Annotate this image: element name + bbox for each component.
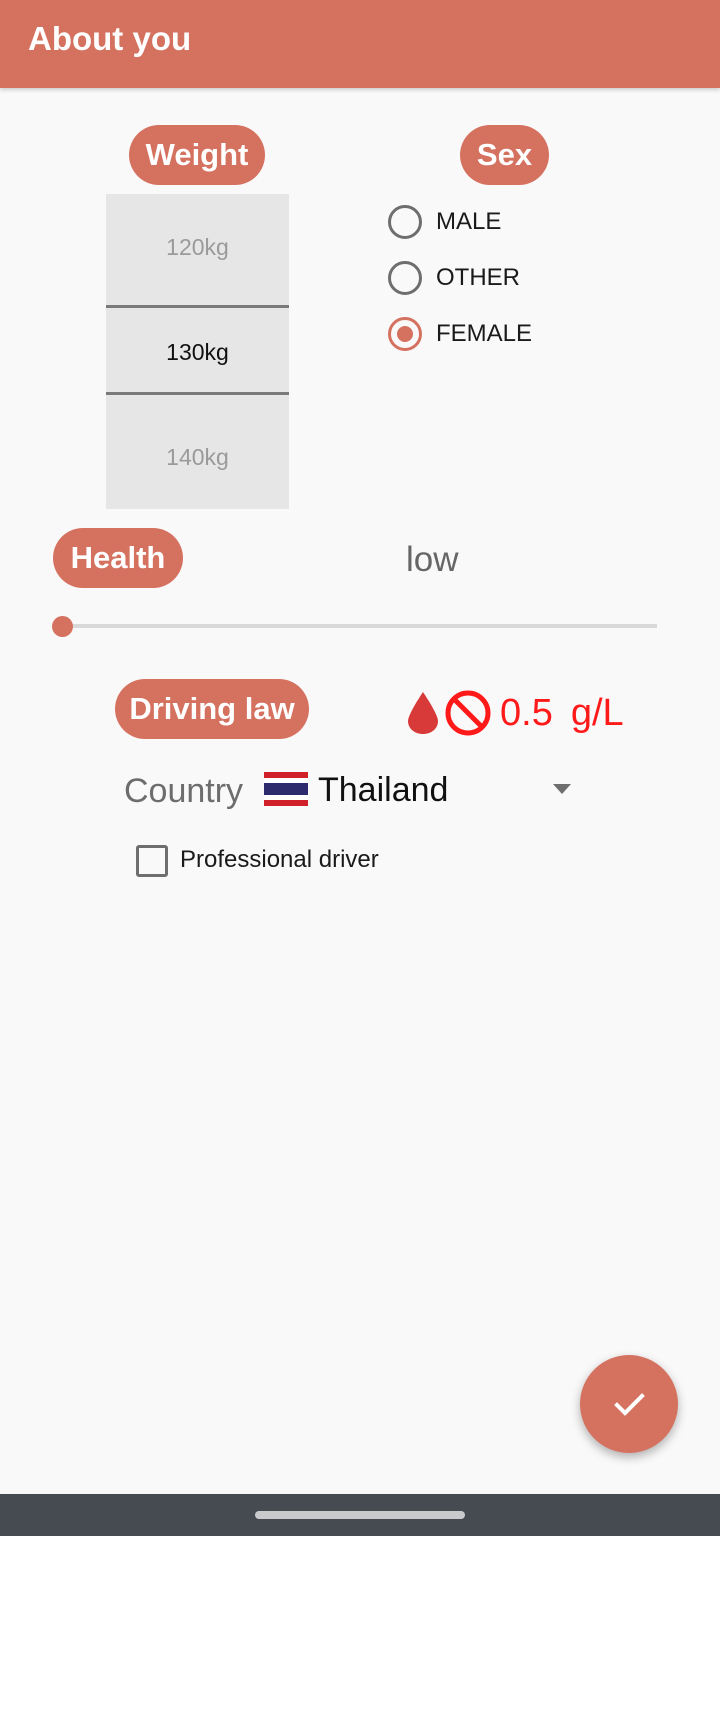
alcohol-limit-value: 0.5 (500, 691, 553, 734)
app-bar: About you (0, 0, 720, 88)
app-bar-title: About you (28, 20, 192, 57)
health-slider-thumb[interactable] (51, 616, 73, 637)
radio-label: OTHER (436, 264, 520, 291)
sex-option-other[interactable]: OTHER (388, 258, 520, 298)
sex-label: Sex (460, 125, 549, 185)
system-navigation-bar (0, 1494, 720, 1536)
professional-driver-checkbox[interactable] (136, 845, 168, 877)
weight-picker[interactable]: 120kg 130kg 140kg (106, 194, 289, 509)
weight-label: Weight (129, 125, 265, 185)
thailand-flag-icon (264, 772, 308, 806)
blood-drop-icon (408, 692, 438, 734)
radio-button[interactable] (388, 205, 422, 239)
health-value: low (406, 540, 459, 579)
radio-label: FEMALE (436, 320, 533, 347)
health-label: Health (53, 528, 183, 588)
home-gesture-handle[interactable] (255, 1511, 465, 1519)
sex-option-female[interactable]: FEMALE (388, 314, 532, 354)
prohibited-icon (445, 690, 491, 736)
picker-divider-top (106, 305, 289, 308)
radio-button[interactable] (388, 261, 422, 295)
confirm-fab-button[interactable] (580, 1355, 678, 1453)
screen: About you Weight 120kg 130kg 140kg Sex M… (0, 0, 720, 1494)
sex-option-male[interactable]: MALE (388, 202, 501, 242)
professional-driver-label[interactable]: Professional driver (180, 846, 379, 874)
dropdown-arrow-icon[interactable] (553, 784, 571, 794)
country-label: Country (124, 772, 244, 810)
check-icon (614, 1393, 645, 1416)
radio-label: MALE (436, 208, 502, 235)
alcohol-limit: 0.5 g/L (406, 688, 624, 738)
weight-option-below[interactable]: 140kg (106, 444, 289, 471)
driving-law-label: Driving law (115, 679, 309, 739)
weight-option-selected[interactable]: 130kg (106, 339, 289, 366)
alcohol-limit-unit: g/L (570, 691, 624, 734)
picker-divider-bottom (106, 392, 289, 395)
country-select-value[interactable]: Thailand (318, 771, 448, 810)
health-slider-track[interactable] (62, 624, 657, 628)
weight-option-above[interactable]: 120kg (106, 234, 289, 261)
radio-button-checked[interactable] (388, 317, 422, 351)
